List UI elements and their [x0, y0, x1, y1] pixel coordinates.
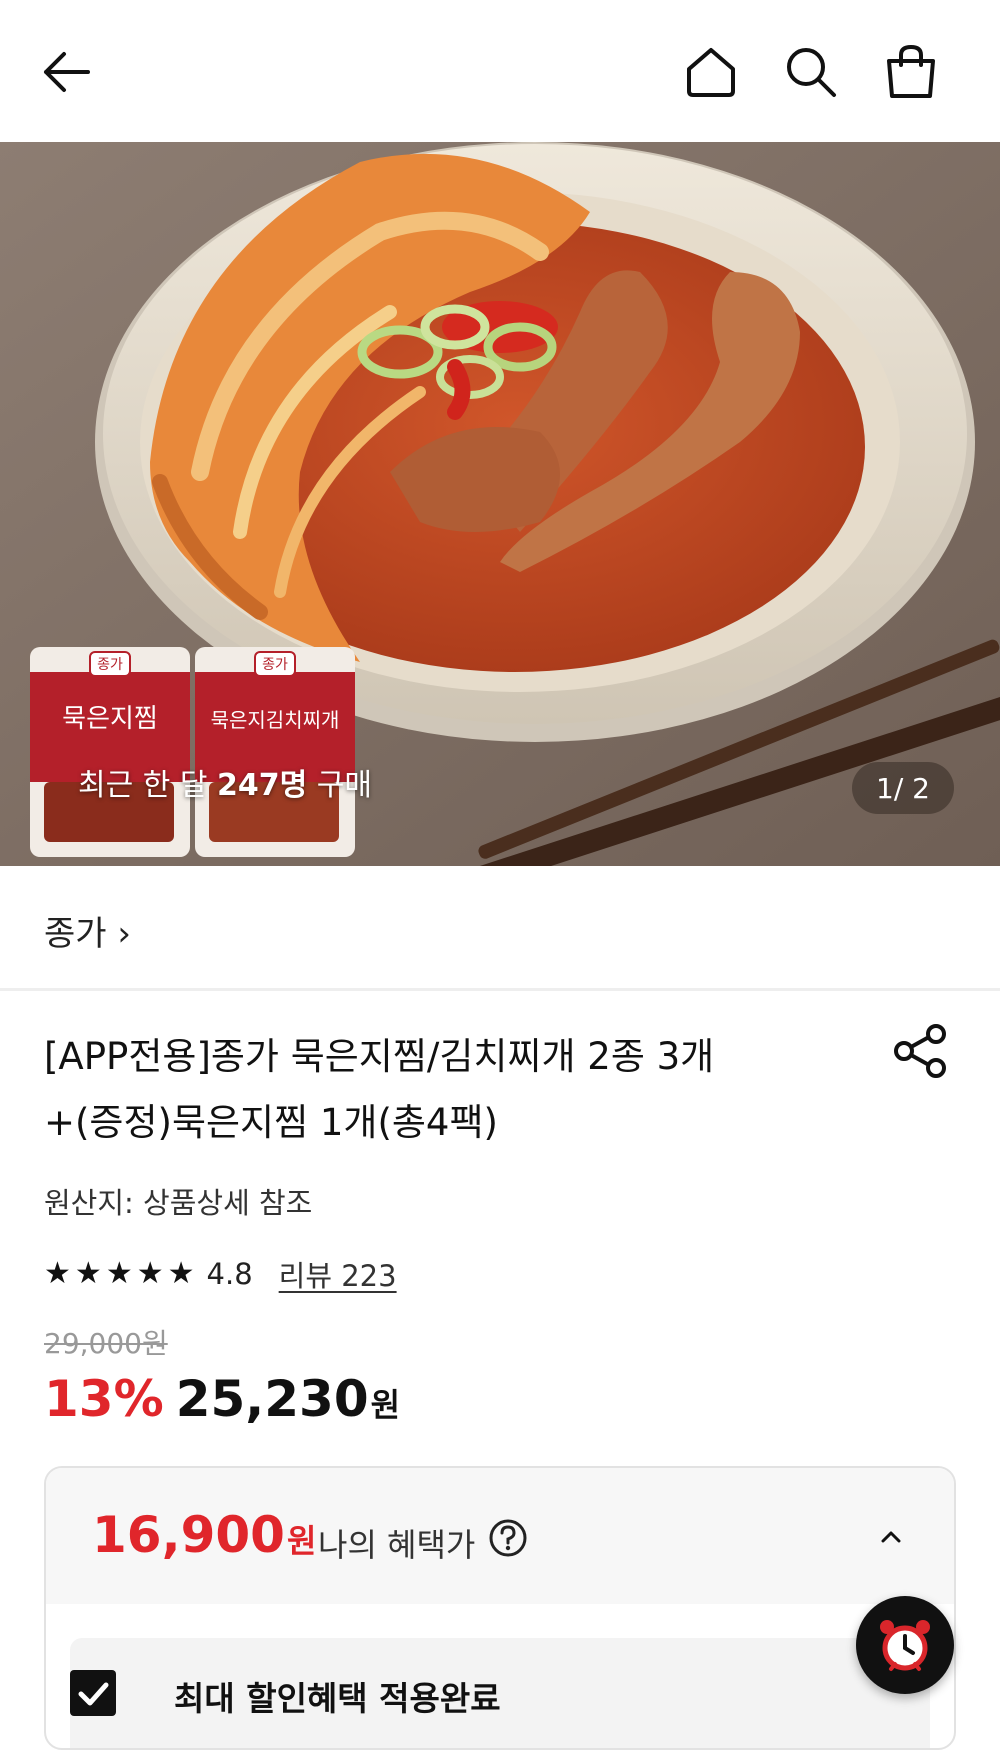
product-title-line2: +(증정)묵은지찜 1개(총4팩): [44, 1101, 498, 1144]
benefit-currency: 원: [286, 1522, 317, 1560]
product-photo: 종가 묵은지찜 종가 묵은지김치찌개: [0, 142, 1000, 866]
svg-text:종가: 종가: [262, 656, 288, 672]
chevron-up-icon[interactable]: [870, 1516, 912, 1558]
home-icon[interactable]: [678, 40, 744, 104]
rating-value: 4.8: [206, 1257, 253, 1291]
discount-rate: 13%: [44, 1370, 164, 1428]
star-icon: ★: [167, 1256, 195, 1291]
benefit-price: 16,900 원: [92, 1506, 316, 1564]
star-icon: ★: [44, 1256, 71, 1291]
rating-row: ★ ★ ★ ★ ★ 4.8 리뷰 223: [44, 1252, 397, 1296]
recent-purchase-count: 최근 한 달 247명 구매: [78, 768, 372, 803]
benefit-label: 나의 혜택가: [318, 1526, 476, 1564]
sale-price: 25,230: [175, 1370, 369, 1428]
shopping-bag-icon[interactable]: [878, 40, 944, 104]
price-row: 13% 25,230 원: [44, 1370, 400, 1428]
image-page-counter: 1/ 2: [852, 762, 954, 814]
original-price: 29,000원: [44, 1327, 168, 1360]
origin-info: 원산지: 상품상세 참조: [44, 1186, 313, 1220]
benefit-header[interactable]: 16,900 원 나의 혜택가: [46, 1468, 954, 1604]
currency-unit: 원: [370, 1386, 401, 1424]
review-count-link[interactable]: 리뷰 223: [279, 1253, 397, 1295]
product-image-carousel[interactable]: 종가 묵은지찜 종가 묵은지김치찌개: [0, 142, 1000, 866]
svg-text:묵은지김치찌개: 묵은지김치찌개: [211, 709, 340, 732]
product-title-line1: [APP전용]종가 묵은지찜/김치찌개 2종 3개: [44, 1035, 715, 1078]
star-icon: ★: [105, 1256, 133, 1291]
share-icon[interactable]: [892, 1022, 950, 1080]
star-icon: ★: [74, 1256, 102, 1291]
star-rating: ★ ★ ★ ★ ★: [44, 1259, 195, 1289]
alarm-clock-icon[interactable]: [856, 1596, 954, 1694]
help-icon[interactable]: [488, 1518, 528, 1558]
svg-text:종가: 종가: [97, 656, 123, 672]
benefit-amount: 16,900: [92, 1506, 285, 1564]
search-icon[interactable]: [778, 40, 844, 104]
brand-row: 종가 ›: [0, 866, 1000, 991]
brand-link[interactable]: 종가 ›: [44, 906, 131, 955]
product-title: [APP전용]종가 묵은지찜/김치찌개 2종 3개 +(증정)묵은지찜 1개(총…: [44, 1024, 864, 1156]
applied-checkbox[interactable]: [70, 1670, 116, 1716]
back-arrow-icon[interactable]: [36, 44, 96, 100]
star-icon: ★: [136, 1256, 164, 1291]
top-navigation-bar: [0, 0, 1000, 142]
svg-text:묵은지찜: 묵은지찜: [62, 703, 158, 733]
